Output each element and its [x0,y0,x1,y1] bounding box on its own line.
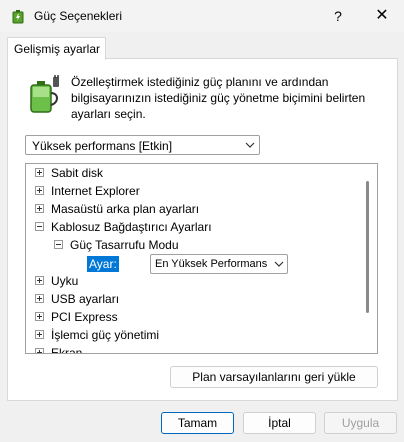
power-plan-value: Yüksek performans [Etkin] [32,139,173,153]
expand-icon[interactable] [35,294,44,303]
description-text: Özelleştirmek istediğiniz güç planını ve… [71,75,366,121]
setting-value-select[interactable]: En Yüksek Performans [150,254,288,274]
expand-icon[interactable] [35,168,44,177]
cancel-button[interactable]: İptal [243,412,316,434]
setting-value: En Yüksek Performans [155,258,268,270]
expand-icon[interactable] [35,204,44,213]
collapse-icon[interactable] [35,222,44,231]
chevron-down-icon [245,142,255,148]
expand-icon[interactable] [35,312,44,321]
tree-item-label: Ekran [51,346,83,354]
expand-icon[interactable] [35,330,44,339]
help-button[interactable]: ? [316,0,360,32]
tree-item-label: Güç Tasarrufu Modu [70,238,179,252]
expand-icon[interactable] [35,186,44,195]
expand-icon[interactable] [35,348,44,354]
power-plan-select[interactable]: Yüksek performans [Etkin] [25,135,260,155]
tab-advanced-settings[interactable]: Gelişmiş ayarlar [7,37,106,60]
expand-icon[interactable] [35,276,44,285]
tree-item-label: Kablosuz Bağdaştırıcı Ayarları [51,220,212,234]
tree-item-label: USB ayarları [51,292,120,306]
tab-label: Gelişmiş ayarlar [14,42,101,56]
restore-defaults-button[interactable]: Plan varsayılanlarını geri yükle [170,366,378,388]
tree-item-label: Masaüstü arka plan ayarları [51,202,200,216]
tree-item-label: Uyku [51,274,79,288]
setting-label: Ayar: [87,256,119,272]
title-bar: Güç Seçenekleri ? ✕ [0,0,404,32]
close-button[interactable]: ✕ [360,0,404,32]
window-title: Güç Seçenekleri [34,9,123,23]
battery-plug-icon [30,75,59,113]
tree-scrollbar[interactable] [366,181,369,313]
tree-item-label: Internet Explorer [51,184,140,198]
apply-button[interactable]: Uygula [324,412,397,434]
tree-item-label: İşlemci güç yönetimi [51,328,160,342]
chevron-down-icon [274,261,284,267]
power-options-icon [12,10,24,24]
tree-item-label: Sabit disk [51,166,104,180]
collapse-icon[interactable] [54,240,63,249]
ok-button[interactable]: Tamam [161,412,234,434]
tree-item-label: PCI Express [51,310,118,324]
